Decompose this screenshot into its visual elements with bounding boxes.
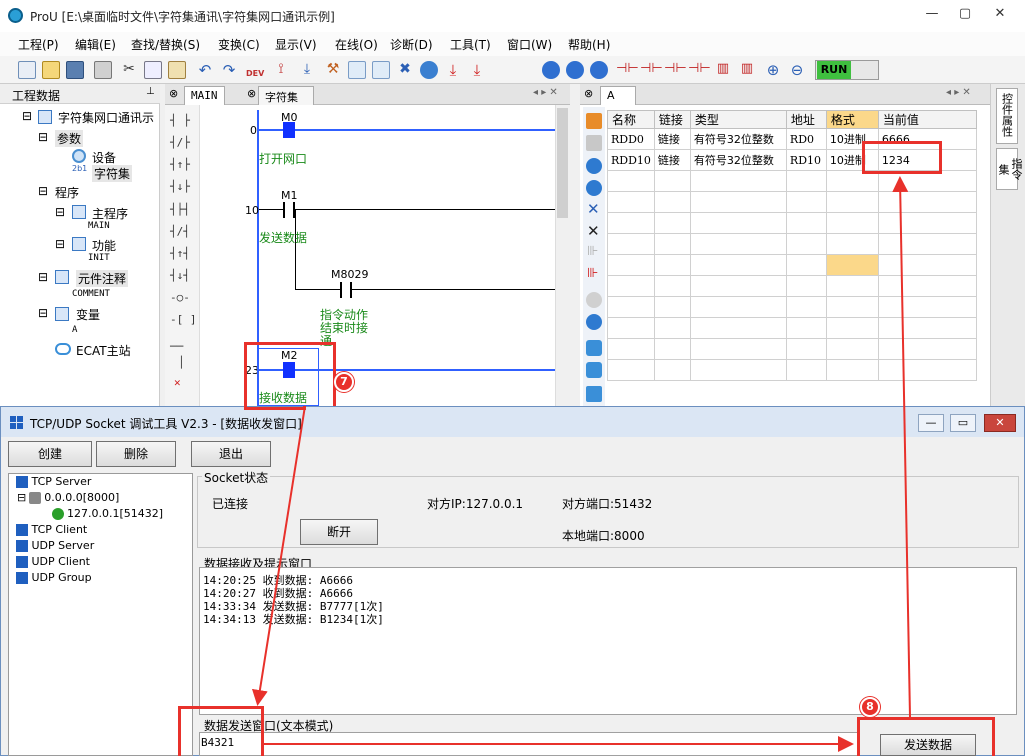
annotation-arrows (251, 176, 911, 752)
arrow-m2-to-input (251, 405, 306, 706)
arrow-button-to-value (892, 176, 911, 718)
